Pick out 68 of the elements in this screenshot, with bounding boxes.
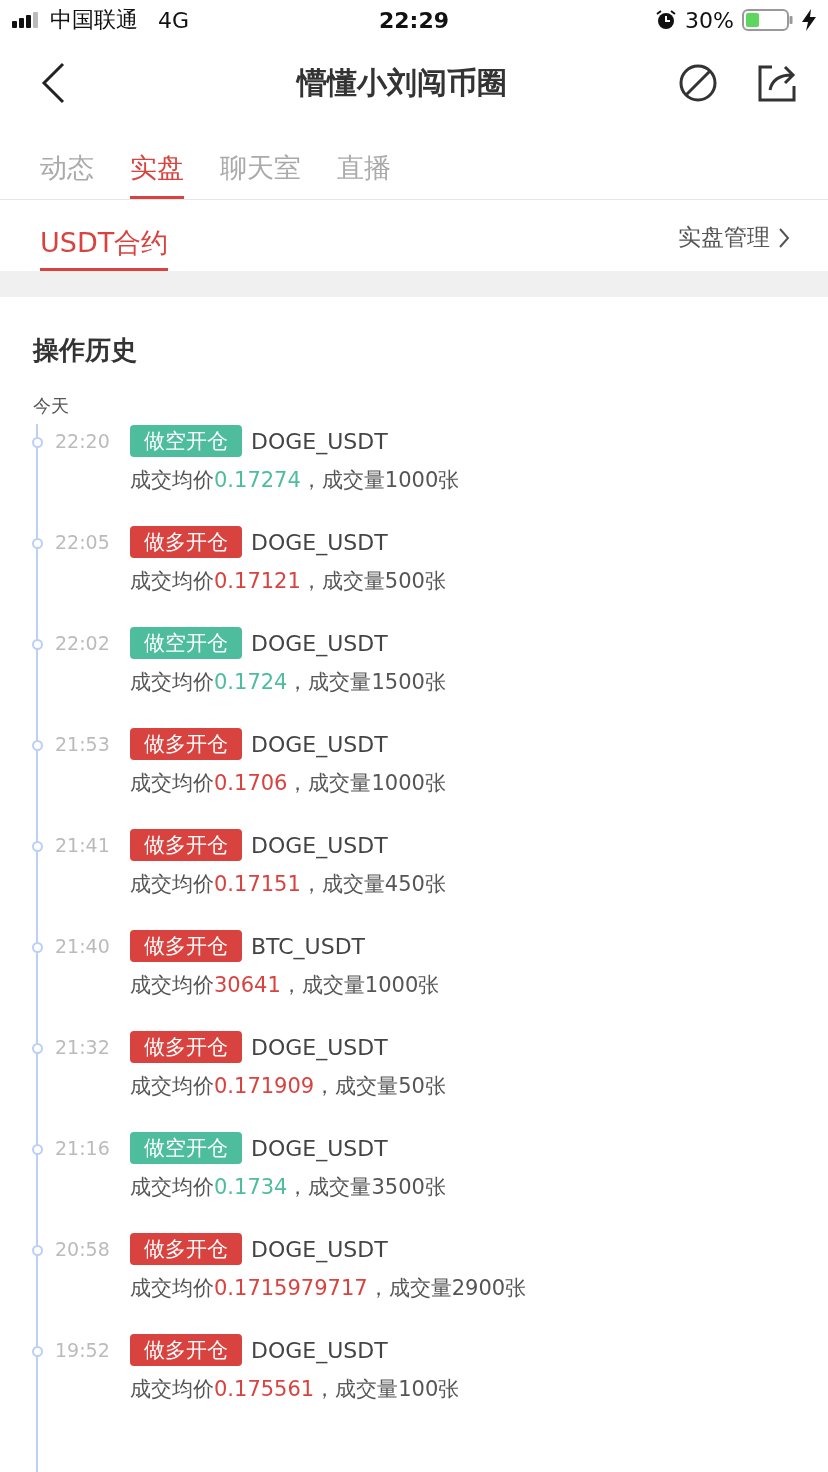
timeline-dot xyxy=(32,942,43,953)
tab[interactable]: 直播 xyxy=(337,126,391,199)
trade-type-tag: 做多开仓 xyxy=(130,1334,242,1366)
tab[interactable]: 实盘 xyxy=(130,126,184,199)
trading-pair: DOGE_USDT xyxy=(251,428,388,454)
trade-detail: 成交均价0.1724，成交量1500张 xyxy=(130,669,447,696)
trade-detail: 成交均价0.17274，成交量1000张 xyxy=(130,467,461,494)
trade-time: 21:40 xyxy=(55,935,110,957)
trade-time: 19:52 xyxy=(55,1339,110,1361)
trade-time: 22:20 xyxy=(55,430,110,452)
timeline-dot xyxy=(32,841,43,852)
trading-pair: DOGE_USDT xyxy=(251,1236,388,1262)
trade-type-tag: 做多开仓 xyxy=(130,930,242,962)
trade-detail: 成交均价30641，成交量1000张 xyxy=(130,972,441,999)
trade-type-tag: 做空开仓 xyxy=(130,425,242,457)
battery-icon xyxy=(742,8,794,32)
chevron-right-icon xyxy=(778,226,790,249)
charging-bolt-icon xyxy=(802,9,816,31)
trade-detail: 成交均价0.17121，成交量500张 xyxy=(130,568,447,595)
trading-pair: DOGE_USDT xyxy=(251,1135,388,1161)
block-button[interactable] xyxy=(678,63,718,103)
trade-time: 22:02 xyxy=(55,632,110,654)
battery-percent: 30% xyxy=(685,7,734,33)
trading-pair: DOGE_USDT xyxy=(251,630,388,656)
page-title: 懵懂小刘闯币圈 xyxy=(295,63,508,102)
timeline-dot xyxy=(32,1245,43,1256)
trade-type-tag: 做多开仓 xyxy=(130,1233,242,1265)
trade-time: 21:32 xyxy=(55,1036,110,1058)
trade-time: 20:58 xyxy=(55,1238,110,1260)
clock: 22:29 xyxy=(379,7,449,33)
timeline-dot xyxy=(32,639,43,650)
trading-pair: DOGE_USDT xyxy=(251,832,388,858)
alarm-clock-icon xyxy=(655,9,678,31)
trade-type-tag: 做多开仓 xyxy=(130,1031,242,1063)
tab[interactable]: 动态 xyxy=(40,126,94,199)
trading-pair: DOGE_USDT xyxy=(251,529,388,555)
timeline-dot xyxy=(32,437,43,448)
trade-time: 21:16 xyxy=(55,1137,110,1159)
trade-detail: 成交均价0.17151，成交量450张 xyxy=(130,871,447,898)
trading-pair: BTC_USDT xyxy=(251,933,366,959)
trade-detail: 成交均价0.1706，成交量1000张 xyxy=(130,770,447,797)
timeline-dot xyxy=(32,1346,43,1357)
manage-link[interactable]: 实盘管理 xyxy=(678,222,790,253)
trading-pair: DOGE_USDT xyxy=(251,1034,388,1060)
trade-time: 21:53 xyxy=(55,733,110,755)
carrier-name: 中国联通 xyxy=(50,6,138,34)
trade-detail: 成交均价0.1734，成交量3500张 xyxy=(130,1174,447,1201)
trade-detail: 成交均价0.1715979717，成交量2900张 xyxy=(130,1275,528,1302)
trade-detail: 成交均价0.175561，成交量100张 xyxy=(130,1376,461,1403)
trade-time: 21:41 xyxy=(55,834,110,856)
timeline-dot xyxy=(32,538,43,549)
trade-type-tag: 做多开仓 xyxy=(130,829,242,861)
trade-type-tag: 做空开仓 xyxy=(130,1132,242,1164)
network-type: 4G xyxy=(158,7,190,33)
trading-pair: DOGE_USDT xyxy=(251,1337,388,1363)
day-label: 今天 xyxy=(32,394,70,418)
trade-detail: 成交均价0.171909，成交量50张 xyxy=(130,1073,447,1100)
timeline-dot xyxy=(32,1144,43,1155)
tab[interactable]: 聊天室 xyxy=(220,126,301,199)
trading-pair: DOGE_USDT xyxy=(251,731,388,757)
timeline-dot xyxy=(32,1043,43,1054)
trade-time: 22:05 xyxy=(55,531,110,553)
timeline-dot xyxy=(32,740,43,751)
trade-type-tag: 做空开仓 xyxy=(130,627,242,659)
trade-type-tag: 做多开仓 xyxy=(130,728,242,760)
section-title: 操作历史 xyxy=(31,334,138,367)
back-button[interactable] xyxy=(40,62,66,104)
trade-type-tag: 做多开仓 xyxy=(130,526,242,558)
